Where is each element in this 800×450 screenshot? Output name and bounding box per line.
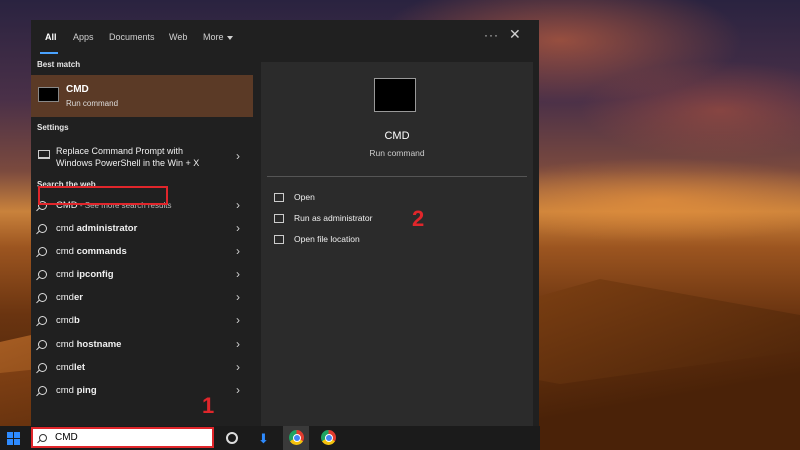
open-icon	[274, 193, 284, 202]
chevron-right-icon[interactable]: ›	[236, 360, 240, 374]
cortana-icon[interactable]	[226, 432, 238, 444]
query-suggestion: let	[73, 362, 86, 373]
preview-title: CMD	[384, 130, 410, 142]
chevron-right-icon[interactable]: ›	[236, 221, 240, 235]
web-result-item[interactable]: cmdlet ›	[31, 358, 253, 380]
web-result-item[interactable]: cmdb ›	[31, 311, 253, 333]
taskbar: CMD ⬇	[0, 426, 540, 450]
tab-documents[interactable]: Documents	[109, 32, 155, 42]
active-tab-indicator	[40, 52, 58, 54]
results-list: Best match CMD Run command Settings Repl…	[31, 56, 253, 426]
query-prefix: cmd	[56, 269, 77, 280]
search-icon	[38, 247, 47, 256]
web-result-item[interactable]: cmd commands ›	[31, 242, 253, 264]
search-icon	[38, 293, 47, 302]
web-result-text: cmd ping	[56, 385, 97, 396]
section-best-match: Best match	[37, 60, 81, 69]
search-scope-tabs: All Apps Documents Web More ··· ✕	[31, 20, 539, 56]
search-icon	[38, 386, 47, 395]
settings-item-line1: Replace Command Prompt with	[56, 146, 184, 156]
action-open-file-location-label: Open file location	[294, 234, 360, 244]
search-icon	[38, 224, 47, 233]
tab-apps[interactable]: Apps	[73, 32, 94, 42]
web-result-text: cmdlet	[56, 362, 85, 373]
action-open-label: Open	[294, 192, 315, 202]
preview-subtitle: Run command	[369, 148, 425, 158]
step-2-label: 2	[412, 206, 425, 231]
search-icon	[38, 270, 47, 279]
action-run-as-admin-label: Run as administrator	[294, 213, 373, 223]
chevron-right-icon[interactable]: ›	[236, 313, 240, 327]
download-icon[interactable]: ⬇	[258, 431, 269, 447]
web-result-text: cmd hostname	[56, 339, 121, 350]
monitor-icon	[38, 150, 50, 159]
web-result-text: cmder	[56, 292, 83, 303]
search-input-value: CMD	[55, 432, 78, 443]
search-icon	[38, 340, 47, 349]
run-as-admin-highlight-box	[38, 186, 168, 205]
query-prefix: cmd	[56, 246, 77, 257]
preview-divider	[267, 176, 527, 177]
query-suggestion: hostname	[76, 339, 122, 350]
query-suggestion: b	[73, 315, 80, 326]
chevron-right-icon[interactable]: ›	[236, 198, 240, 212]
best-match-title: CMD	[66, 84, 89, 95]
best-match-item[interactable]: CMD Run command	[31, 75, 253, 117]
taskbar-search-input[interactable]: CMD	[31, 427, 214, 448]
web-result-text: cmd administrator	[56, 223, 137, 234]
windows-start-icon[interactable]	[7, 432, 20, 445]
query-prefix: cmd	[56, 385, 77, 396]
tab-all[interactable]: All	[45, 32, 57, 42]
query-suggestion: commands	[76, 246, 127, 257]
close-icon[interactable]: ✕	[509, 26, 521, 43]
query-suggestion: er	[73, 292, 83, 303]
web-result-text: cmd ipconfig	[56, 269, 114, 280]
chevron-right-icon[interactable]: ›	[236, 290, 240, 304]
settings-item-line2: Windows PowerShell in the Win + X	[56, 158, 200, 168]
section-settings: Settings	[37, 123, 69, 132]
chevron-right-icon[interactable]: ›	[236, 149, 240, 163]
query-prefix: cmd	[56, 292, 74, 303]
settings-item-label: Replace Command Prompt with Windows Powe…	[56, 145, 199, 169]
chrome-icon[interactable]	[289, 430, 304, 445]
query-suggestion: ping	[76, 385, 97, 396]
tab-more[interactable]: More	[203, 32, 233, 42]
cmd-app-icon	[38, 87, 59, 102]
search-icon	[38, 316, 47, 325]
tab-more-label: More	[203, 32, 224, 42]
chrome-icon[interactable]	[321, 430, 336, 445]
settings-item[interactable]: Replace Command Prompt with Windows Powe…	[31, 144, 253, 172]
query-prefix: cmd	[56, 315, 74, 326]
chevron-right-icon[interactable]: ›	[236, 337, 240, 351]
web-result-text: cmdb	[56, 315, 80, 326]
chevron-right-icon[interactable]: ›	[236, 267, 240, 281]
query-suggestion: administrator	[76, 223, 138, 234]
action-open-file-location[interactable]: Open file location	[271, 233, 451, 247]
cmd-large-icon	[374, 78, 416, 112]
tab-web[interactable]: Web	[169, 32, 187, 42]
shield-icon	[274, 214, 284, 223]
step-1-label: 1	[202, 393, 215, 418]
chevron-right-icon[interactable]: ›	[236, 383, 240, 397]
caret-down-icon	[226, 35, 233, 40]
query-prefix: cmd	[56, 339, 77, 350]
web-result-item[interactable]: cmd hostname ›	[31, 335, 253, 357]
chevron-right-icon[interactable]: ›	[236, 244, 240, 258]
web-result-item[interactable]: cmd ipconfig ›	[31, 265, 253, 287]
action-open[interactable]: Open	[271, 191, 451, 205]
search-icon	[39, 434, 47, 442]
query-prefix: cmd	[56, 223, 77, 234]
query-suggestion: ipconfig	[76, 269, 114, 280]
web-result-item[interactable]: cmd ping ›	[31, 381, 253, 403]
start-search-menu: All Apps Documents Web More ··· ✕ Best m…	[31, 20, 539, 426]
web-result-item[interactable]: cmd administrator ›	[31, 219, 253, 241]
web-result-text: cmd commands	[56, 246, 127, 257]
search-icon	[38, 363, 47, 372]
best-match-subtitle: Run command	[66, 99, 119, 108]
query-prefix: cmd	[56, 362, 74, 373]
folder-icon	[274, 235, 284, 244]
preview-pane: CMD Run command Open Run as administrato…	[261, 62, 533, 426]
more-options-icon[interactable]: ···	[484, 28, 499, 42]
web-result-item[interactable]: cmder ›	[31, 288, 253, 310]
